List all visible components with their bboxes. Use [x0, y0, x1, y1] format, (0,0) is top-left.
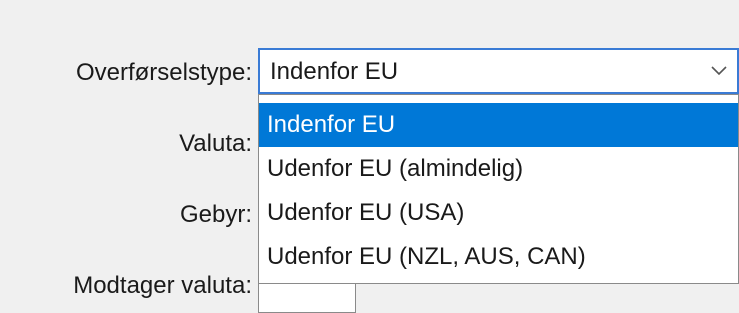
transfer-type-label: Overførselstype:: [75, 59, 252, 86]
dropdown-option-udenfor-eu-nzl-aus-can[interactable]: Udenfor EU (NZL, AUS, CAN): [259, 235, 738, 279]
dropdown-option-indenfor-eu[interactable]: Indenfor EU: [259, 103, 738, 147]
currency-label: Valuta:: [179, 130, 252, 157]
receiver-currency-label: Modtager valuta:: [73, 272, 252, 299]
fee-label: Gebyr:: [179, 201, 252, 228]
transfer-type-selected-value: Indenfor EU: [270, 58, 399, 85]
dropdown-option-udenfor-eu-usa[interactable]: Udenfor EU (USA): [259, 191, 738, 235]
transfer-type-combobox[interactable]: Indenfor EU: [258, 48, 739, 94]
chevron-down-icon[interactable]: [701, 50, 737, 92]
transfer-form: Overførselstype: Valuta: Gebyr: Modtager…: [0, 0, 739, 313]
dropdown-option-udenfor-eu-almindelig[interactable]: Udenfor EU (almindelig): [259, 147, 738, 191]
receiver-currency-field[interactable]: [258, 284, 356, 313]
transfer-type-dropdown-list: Indenfor EU Udenfor EU (almindelig) Uden…: [258, 94, 739, 284]
